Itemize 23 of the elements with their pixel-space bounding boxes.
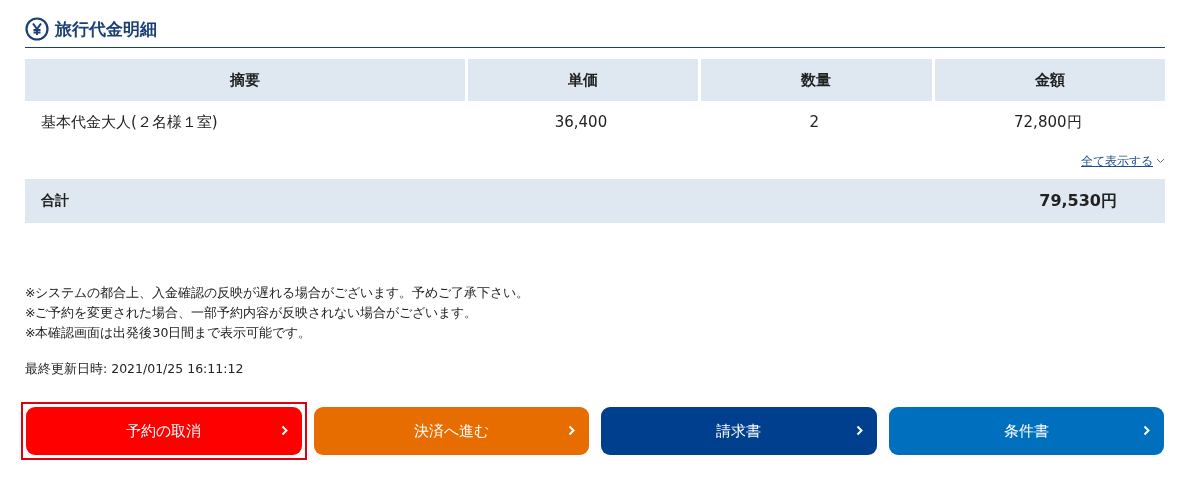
note-text: ※ご予約を変更された場合、一部予約内容が反映されない場合がございます。 bbox=[25, 304, 479, 322]
table-cell-text: 36,400 bbox=[553, 112, 609, 133]
note-text: ※本確認画面は出発後30日間まで表示可能です。 bbox=[25, 324, 313, 342]
action-button[interactable]: 条件書 bbox=[888, 407, 1164, 455]
column-header: 摘要 bbox=[25, 59, 465, 101]
chevron-right-icon bbox=[855, 425, 863, 436]
column-header: 数量 bbox=[698, 59, 932, 101]
table-cell-text: 基本代金大人(２名様１室) bbox=[40, 111, 219, 133]
section-title: 旅行代金明細 bbox=[55, 17, 157, 41]
show-all-link[interactable]: 全て表示する bbox=[1081, 152, 1153, 170]
action-button[interactable]: 決済へ進む bbox=[313, 407, 589, 455]
total-amount: 79,530円 bbox=[1039, 190, 1117, 212]
chevron-right-icon bbox=[568, 425, 575, 436]
action-button[interactable]: 請求書 bbox=[601, 407, 877, 455]
total-label: 合計 bbox=[41, 192, 69, 210]
note-text: ※システムの都合上、入金確認の反映が遅れる場合がございます。予めご了承下さい。 bbox=[25, 284, 531, 302]
chevron-right-icon bbox=[280, 425, 288, 436]
chevron-right-icon bbox=[1143, 425, 1150, 436]
last-updated: 最終更新日時: 2021/01/25 16:11:12 bbox=[25, 360, 245, 378]
action-button[interactable]: 予約の取消 bbox=[26, 407, 302, 455]
table-cell-text: 72,800円 bbox=[1013, 111, 1083, 133]
table-cell-text: 2 bbox=[808, 112, 821, 133]
yen-icon bbox=[25, 17, 49, 41]
